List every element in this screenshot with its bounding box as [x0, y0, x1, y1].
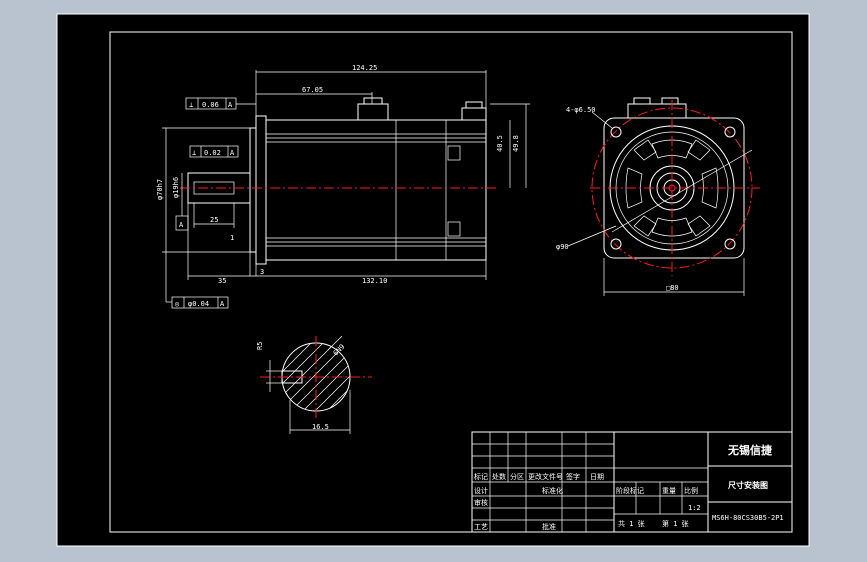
tb-company: 无锡信捷 [727, 443, 773, 457]
dim-hole-diameter: 4-φ6.50 [566, 106, 596, 114]
dim-flange-square: □80 [666, 284, 679, 292]
tb-stage-mark: 阶段标记 [616, 486, 644, 495]
dim-shaft-diameter: φ19h6 [172, 177, 180, 198]
svg-text:φ0.04: φ0.04 [188, 300, 209, 308]
tb-col-mark: 标记 [474, 472, 488, 481]
dim-key-length: 25 [210, 216, 218, 224]
dim-section-width: 16.5 [312, 423, 329, 431]
tb-col-date: 日期 [590, 473, 604, 481]
svg-text:0.06: 0.06 [202, 101, 219, 109]
dim-body-length: 132.10 [362, 277, 387, 285]
tb-check: 审核 [474, 498, 488, 507]
drawing-sheet: 124.25 67.05 35 132.10 25 1 3 49.8 40.5 … [56, 13, 810, 547]
svg-text:0.02: 0.02 [204, 149, 221, 157]
tb-col-count: 处数 [492, 472, 506, 481]
dim-height-1: 49.8 [512, 135, 520, 152]
tb-standard: 标准化 [542, 486, 563, 495]
tb-col-zone: 分区 [510, 472, 524, 481]
dim-key-depth-r: R5 [256, 342, 264, 350]
tb-ratio: 比例 [684, 486, 698, 495]
dim-shaft-length: 35 [218, 277, 226, 285]
dim-bolt-circle: φ90 [556, 243, 569, 251]
tb-scale: 1:2 [688, 504, 701, 512]
dim-step-2: 3 [260, 268, 264, 276]
dim-pilot-diameter: φ70h7 [156, 179, 164, 200]
tb-process: 工艺 [474, 523, 488, 531]
sheet-border [56, 13, 810, 547]
cad-viewport: 124.25 67.05 35 132.10 25 1 3 49.8 40.5 … [0, 0, 867, 562]
tb-sheet-no: 第 1 张 [662, 519, 689, 528]
tb-model: MS6H-80CS30B5-2P1 [712, 514, 784, 522]
tb-col-doc: 更改文件号 [528, 472, 563, 481]
tb-col-sign: 签字 [566, 472, 580, 481]
tb-design: 设计 [474, 486, 488, 495]
dim-height-2: 40.5 [496, 135, 504, 152]
dim-overall-length: 124.25 [352, 64, 377, 72]
tb-sheets-total: 共 1 张 [618, 519, 645, 528]
tb-drawing-title: 尺寸安装图 [728, 480, 768, 490]
svg-text:⊥: ⊥ [192, 149, 196, 157]
tb-approve: 批准 [542, 522, 556, 531]
tb-weight: 重量 [662, 487, 676, 495]
dim-connector-offset: 67.05 [302, 86, 323, 94]
svg-text:⊥: ⊥ [189, 101, 193, 109]
dim-step-1: 1 [230, 234, 234, 242]
